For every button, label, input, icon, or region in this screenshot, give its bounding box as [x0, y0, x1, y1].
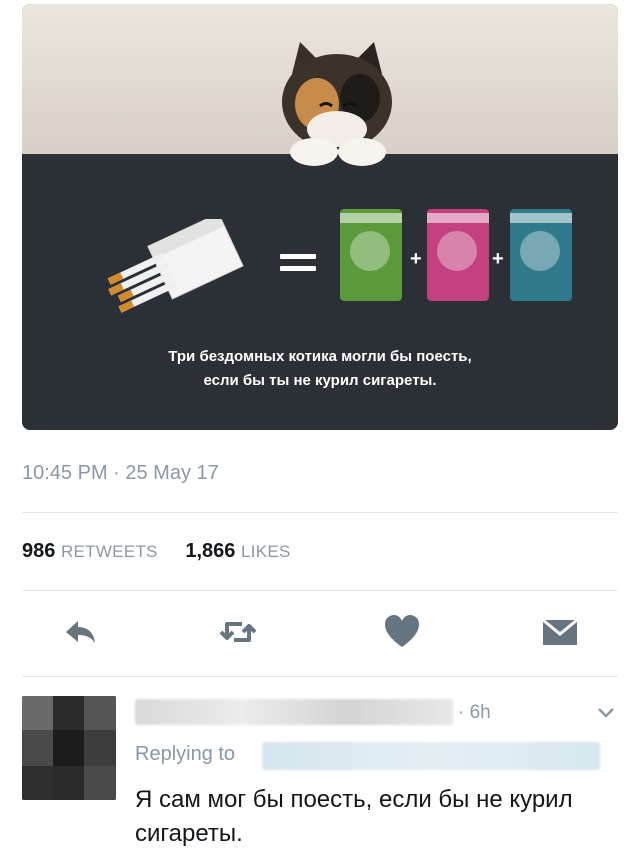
tweet-actions [0, 612, 640, 656]
reply-icon[interactable] [60, 612, 100, 652]
caption-line: Три бездомных котика могли бы поесть, [168, 348, 472, 365]
divider [22, 512, 618, 513]
reply-text: Я сам мог бы поесть, если бы не курил си… [135, 786, 573, 847]
replying-to-label: Replying to [135, 743, 236, 765]
envelope-icon[interactable] [540, 612, 580, 652]
reply-time-value: 6h [469, 702, 491, 723]
divider [22, 590, 618, 591]
cat-illustration [282, 42, 392, 166]
plus-sign: + [492, 248, 504, 270]
retweets-label[interactable]: RETWEETS [61, 542, 158, 561]
divider [22, 676, 618, 677]
author-name-blurred[interactable] [135, 699, 453, 725]
equals-sign [280, 254, 316, 278]
tweet-timestamp[interactable]: 10:45 PM · 25 May 17 [22, 462, 219, 485]
tweet-stats: 986 RETWEETS 1,866 LIKES [22, 540, 313, 563]
chevron-down-icon[interactable] [596, 706, 616, 720]
avatar[interactable] [22, 696, 116, 800]
image-caption: Три бездомных котика могли бы поесть, ес… [22, 345, 618, 393]
tweet-image[interactable]: + + Три бездомных котика могли бы поесть… [22, 4, 618, 430]
likes-label[interactable]: LIKES [241, 542, 291, 561]
retweet-count[interactable]: 986 [22, 540, 55, 562]
cigarette-pack-icon [107, 219, 244, 313]
cat-food-pouch [510, 209, 572, 301]
plus-sign: + [410, 248, 422, 270]
caption-line: если бы ты не курил сигареты. [203, 372, 437, 389]
cat-food-pouch [340, 209, 402, 301]
retweet-icon[interactable] [218, 612, 258, 652]
heart-icon[interactable] [382, 612, 422, 652]
like-count[interactable]: 1,866 [185, 540, 235, 562]
cat-food-pouch [427, 209, 489, 301]
reply-time: · 6h [458, 702, 491, 723]
replied-handle-blurred[interactable] [262, 742, 600, 770]
